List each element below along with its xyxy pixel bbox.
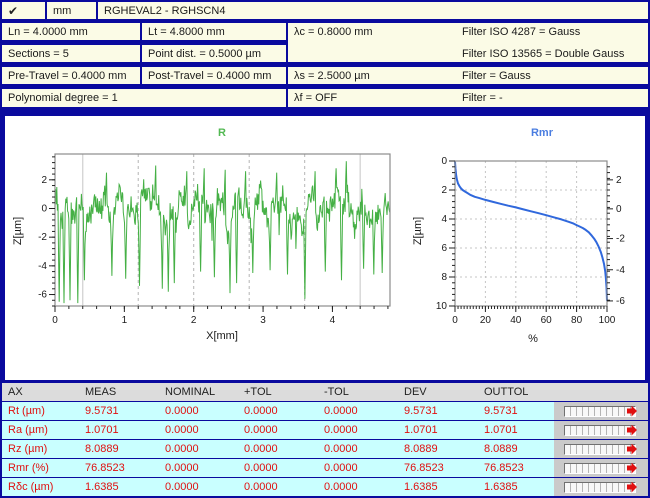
y-tick-label: -6 [38,290,47,301]
title-row: ✔ mm RGHEVAL2 - RGHSCN4 [2,2,648,23]
r-axes [49,157,388,312]
rmr-plot [455,161,607,306]
param-ln: Ln = 4.0000 mm [2,23,140,40]
tolerance-groove [564,463,636,474]
x-tick-label: 2 [191,315,197,326]
tolerance-bar [554,478,648,496]
param-filter-lf: Filter = - [462,92,503,104]
y-tick-label: 0 [441,156,447,167]
y-tick-label: 10 [436,301,448,312]
rmr-curve-line [455,162,607,301]
param-filter-ls: Filter = Gauss [462,70,531,82]
x-tick-label: 1 [122,315,128,326]
y-tick-label: 2 [441,185,447,196]
param-lf: λf = OFF [294,90,462,107]
plot-border [455,161,607,306]
param-ls: λs = 2.5000 µm [294,68,462,84]
param-filter-iso13565: Filter ISO 13565 = Double Gauss [462,48,624,60]
program-title-box: RGHEVAL2 - RGHSCN4 [98,2,648,19]
table-row-rz: Rz (µm)8.08890.00000.00000.00008.08898.0… [2,440,648,458]
tolerance-groove [564,482,636,493]
col-nominal: NOMINAL [165,386,244,398]
y-tick-label: 4 [441,214,447,225]
x-tick-label: 3 [260,315,266,326]
right-tick-label: -2 [616,234,625,245]
table-row-rmr: Rmr (%)76.85230.00000.00000.000076.85237… [2,459,648,477]
col-outtol: OUTTOL [484,386,556,398]
program-title: RGHEVAL2 - RGHSCN4 [104,5,225,17]
table-row-rt: Rt (µm)9.57310.00000.00000.00009.57319.5… [2,402,648,420]
table-row-ra: Ra (µm)1.07010.00000.00000.00001.07011.0… [2,421,648,439]
tolerance-bar [554,459,648,477]
y-tick-label: 8 [441,272,447,283]
unit-box[interactable]: mm [47,2,96,19]
table-row-rdc: Rδc (µm)1.63850.00000.00000.00001.63851.… [2,478,648,496]
y-tick-label: 0 [41,203,47,214]
x-tick-label: 0 [452,315,458,326]
x-tick-label: 4 [330,315,336,326]
param-point-dist: Point dist. = 0.5000 µm [142,45,286,62]
r-profile-chart: 0 1 2 3 4 2 0 -2 -4 -6 [8,120,400,372]
tolerance-bar [554,421,648,439]
status-check-box[interactable]: ✔ [2,2,45,19]
tolerance-groove [564,444,636,455]
tolerance-bar [554,440,648,458]
app-window: ✔ mm RGHEVAL2 - RGHSCN4 Ln = 4.0000 mm L… [0,0,650,498]
x-tick-label: 80 [571,315,583,326]
r-plot [55,154,390,306]
col-dev: DEV [404,386,484,398]
right-tick-label: 0 [616,204,622,215]
rmr-curve-chart: 020406080100024681020-2-4-6 [406,120,648,372]
y-tick-label: 2 [41,175,47,186]
right-tick-label: 2 [616,175,622,186]
param-pre-travel: Pre-Travel = 0.4000 mm [2,67,140,84]
param-post-travel: Post-Travel = 0.4000 mm [142,67,286,84]
check-icon: ✔ [8,4,18,18]
right-tick-label: -6 [616,296,625,307]
param-lc: λc = 0.8000 mm [294,24,462,41]
param-lc-cell: λc = 0.8000 mmFilter ISO 4287 = Gauss Fi… [288,23,648,62]
y-tick-label: 6 [441,243,447,254]
x-tick-label: 40 [510,315,522,326]
plot-border [55,154,390,306]
param-sections: Sections = 5 [2,45,140,62]
param-lt: Lt = 4.8000 mm [142,23,286,40]
param-lf-cell: λf = OFFFilter = - [288,89,648,107]
col-ax: AX [8,386,85,398]
param-polynomial: Polynomial degree = 1 [2,89,286,107]
col-ptol: +TOL [244,386,324,398]
results-header-row: AX MEAS NOMINAL +TOL -TOL DEV OUTTOL [2,383,648,401]
x-tick-label: 60 [541,315,553,326]
param-filter-iso4287: Filter ISO 4287 = Gauss [462,26,580,38]
x-tick-label: 0 [52,315,58,326]
col-ntol: -TOL [324,386,404,398]
x-tick-label: 20 [480,315,492,326]
x-tick-label: 100 [599,315,616,326]
measurement-params-table: Ln = 4.0000 mm Lt = 4.8000 mm Sections =… [2,23,648,112]
tolerance-groove [564,425,636,436]
right-tick-label: -4 [616,265,625,276]
y-tick-label: -2 [38,232,47,243]
results-table: AX MEAS NOMINAL +TOL -TOL DEV OUTTOL Rt … [2,383,648,496]
tolerance-groove [564,406,636,417]
param-ls-cell: λs = 2.5000 µmFilter = Gauss [288,67,648,84]
y-tick-label: -4 [38,261,47,272]
unit-label: mm [53,5,71,17]
tolerance-bar [554,402,648,420]
roughness-profile-line [55,161,390,303]
rmr-axes [449,161,613,312]
col-meas: MEAS [85,386,165,398]
